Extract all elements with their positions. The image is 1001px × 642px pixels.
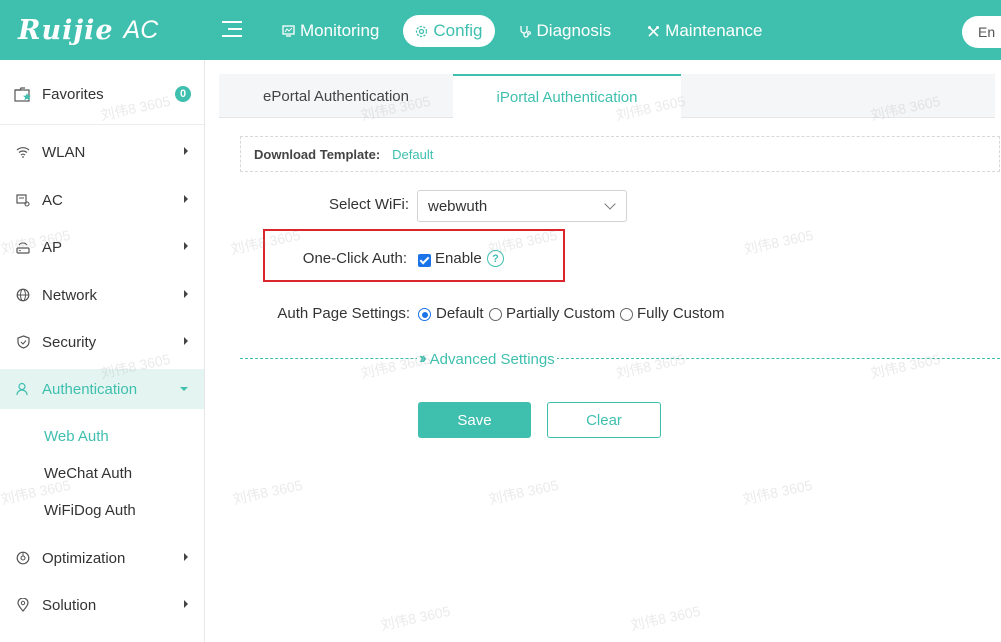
download-template-link[interactable]: Default bbox=[392, 147, 433, 162]
sidebar-item-ap[interactable]: AP bbox=[0, 227, 204, 267]
ac-icon bbox=[14, 192, 32, 208]
nav-maintenance[interactable]: Maintenance bbox=[635, 15, 774, 47]
sidebar-item-network[interactable]: Network bbox=[0, 275, 204, 315]
sidebar-item-ap-label: AP bbox=[42, 238, 63, 256]
gear-icon bbox=[415, 25, 428, 38]
sidebar-item-security-label: Security bbox=[42, 333, 97, 351]
nav-config[interactable]: Config bbox=[403, 15, 495, 47]
wifi-select[interactable]: webwuth bbox=[417, 190, 627, 222]
auth-page-default-radio[interactable] bbox=[418, 308, 431, 321]
sidebar-item-solution-label: Solution bbox=[42, 596, 97, 614]
help-icon[interactable]: ? bbox=[487, 250, 504, 267]
sidebar-sub-wifidog-auth[interactable]: WiFiDog Auth bbox=[44, 502, 136, 519]
main-content: ePortal Authentication iPortal Authentic… bbox=[219, 74, 1001, 642]
sidebar-sub-wechat-auth[interactable]: WeChat Auth bbox=[44, 465, 132, 482]
chevron-right-icon bbox=[184, 337, 188, 345]
auth-page-settings-label: Auth Page Settings: bbox=[277, 305, 410, 322]
brand-logo: Ruijie AC bbox=[18, 12, 158, 48]
auth-page-partially-custom-label: Partially Custom bbox=[506, 305, 616, 322]
language-selector[interactable]: En bbox=[962, 16, 1001, 48]
ap-icon bbox=[14, 239, 32, 255]
auth-page-fully-custom-radio[interactable] bbox=[620, 308, 633, 321]
nav-diagnosis-label: Diagnosis bbox=[536, 21, 612, 40]
location-pin-icon bbox=[14, 597, 32, 613]
download-template-box: Download Template: Default bbox=[240, 136, 1000, 172]
stethoscope-icon bbox=[519, 25, 532, 38]
auth-page-default-label: Default bbox=[436, 305, 484, 322]
advanced-settings-label: Advanced Settings bbox=[429, 350, 555, 368]
sidebar-item-favorites-label: Favorites bbox=[42, 85, 104, 103]
sidebar-item-favorites[interactable]: Favorites 0 bbox=[0, 74, 204, 114]
one-click-auth-checkbox[interactable] bbox=[418, 254, 431, 267]
sidebar-divider bbox=[0, 124, 204, 125]
sidebar-item-authentication[interactable]: Authentication bbox=[0, 369, 204, 409]
one-click-auth-enable-label: Enable bbox=[435, 250, 482, 267]
favorites-icon bbox=[14, 86, 32, 102]
wifi-select-value: webwuth bbox=[428, 197, 488, 215]
product-name: AC bbox=[123, 15, 159, 44]
chevron-right-icon bbox=[184, 147, 188, 155]
sidebar: Favorites 0 WLAN AC AP Network Security … bbox=[0, 60, 205, 642]
sidebar-sub-web-auth[interactable]: Web Auth bbox=[44, 428, 109, 445]
sidebar-item-optimization[interactable]: Optimization bbox=[0, 538, 204, 578]
auth-page-partially-custom-radio[interactable] bbox=[489, 308, 502, 321]
auth-page-fully-custom-label: Fully Custom bbox=[637, 305, 725, 322]
save-button[interactable]: Save bbox=[418, 402, 531, 438]
download-template-label: Download Template: bbox=[254, 146, 381, 162]
clear-button[interactable]: Clear bbox=[547, 402, 661, 438]
select-wifi-label: Select WiFi: bbox=[328, 196, 409, 213]
chevron-right-icon bbox=[184, 242, 188, 250]
optimization-icon bbox=[14, 550, 32, 566]
tab-bar: ePortal Authentication iPortal Authentic… bbox=[219, 74, 995, 119]
chevron-down-icon bbox=[180, 387, 188, 391]
nav-monitoring[interactable]: Monitoring bbox=[270, 15, 391, 47]
tab-iportal-authentication[interactable]: iPortal Authentication bbox=[453, 74, 681, 119]
sidebar-item-ac[interactable]: AC bbox=[0, 180, 204, 220]
advanced-settings-toggle[interactable]: ›› Advanced Settings bbox=[417, 350, 557, 368]
chevron-right-icon bbox=[184, 195, 188, 203]
nav-monitoring-label: Monitoring bbox=[300, 21, 380, 40]
shield-icon bbox=[14, 334, 32, 350]
monitor-icon bbox=[282, 25, 295, 37]
favorites-count-badge: 0 bbox=[175, 86, 191, 102]
advanced-settings-divider bbox=[240, 358, 1000, 359]
top-bar: Ruijie AC Monitoring Config Diagnosis Ma… bbox=[0, 0, 1001, 60]
double-chevron-right-icon: ›› bbox=[419, 350, 426, 367]
sidebar-item-authentication-label: Authentication bbox=[42, 380, 138, 398]
tools-icon bbox=[647, 25, 660, 38]
network-icon bbox=[14, 287, 32, 303]
sidebar-item-optimization-label: Optimization bbox=[42, 549, 126, 567]
tab-eportal-authentication[interactable]: ePortal Authentication bbox=[219, 74, 453, 118]
one-click-auth-label: One-Click Auth: bbox=[302, 250, 407, 267]
chevron-right-icon bbox=[184, 553, 188, 561]
brand-name: Ruijie bbox=[18, 14, 114, 46]
chevron-down-icon bbox=[604, 198, 616, 210]
nav-diagnosis[interactable]: Diagnosis bbox=[507, 15, 624, 47]
wifi-icon bbox=[14, 144, 32, 160]
nav-maintenance-label: Maintenance bbox=[665, 21, 763, 40]
nav-config-label: Config bbox=[433, 21, 483, 40]
sidebar-item-wlan-label: WLAN bbox=[42, 143, 86, 161]
sidebar-item-security[interactable]: Security bbox=[0, 322, 204, 362]
user-icon bbox=[14, 381, 32, 397]
menu-toggle-icon[interactable] bbox=[222, 20, 242, 38]
sidebar-item-network-label: Network bbox=[42, 286, 98, 304]
sidebar-item-wlan[interactable]: WLAN bbox=[0, 132, 204, 172]
sidebar-item-ac-label: AC bbox=[42, 191, 63, 209]
chevron-right-icon bbox=[184, 600, 188, 608]
main-nav: Monitoring Config Diagnosis Maintenance bbox=[270, 15, 787, 47]
chevron-right-icon bbox=[184, 290, 188, 298]
sidebar-item-solution[interactable]: Solution bbox=[0, 585, 204, 625]
